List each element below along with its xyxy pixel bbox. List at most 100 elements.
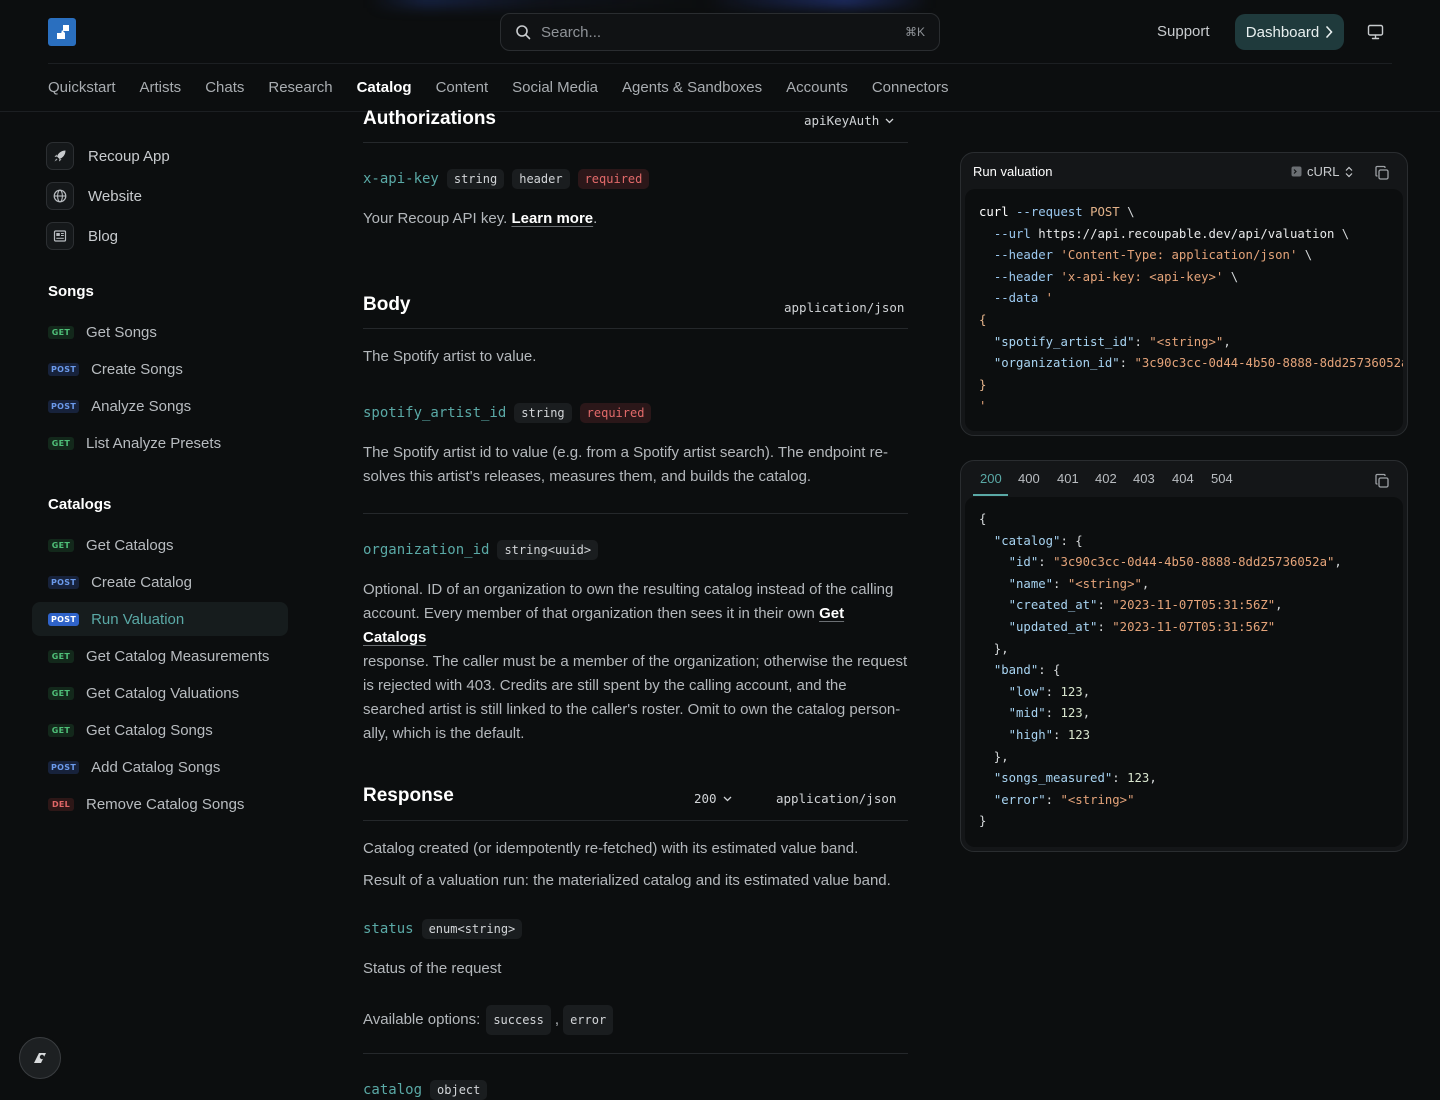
assistant-icon xyxy=(34,1053,46,1063)
method-badge: POST xyxy=(48,575,80,589)
sidebar-item-list-analyze-presets[interactable]: GET List Analyze Presets xyxy=(32,426,288,460)
tab-research[interactable]: Research xyxy=(268,64,332,112)
sidebar-item-label: Get Songs xyxy=(86,323,157,341)
response-code-tab-402[interactable]: 402 xyxy=(1095,471,1117,486)
language-selector[interactable]: cURL xyxy=(1291,164,1353,179)
response-code-tab-400[interactable]: 400 xyxy=(1018,471,1040,486)
monitor-icon[interactable] xyxy=(1367,24,1384,40)
response-code-tab-403[interactable]: 403 xyxy=(1133,471,1155,486)
tab-agents-sandboxes[interactable]: Agents & Sandboxes xyxy=(622,64,762,112)
response-code-line: }, xyxy=(979,749,1009,764)
response-example-panel: 200 400 401 402 403 404 504 { "catalog":… xyxy=(960,460,1408,852)
response-code-line: "mid": 123, xyxy=(1008,706,1091,721)
header-glow xyxy=(370,0,930,8)
sidebar-link-recoup-app[interactable]: Recoup App xyxy=(46,142,170,170)
method-badge: GET xyxy=(48,325,74,339)
param-organization-id: organization_id string<uuid> xyxy=(363,540,599,560)
sidebar-item-get-catalogs[interactable]: GET Get Catalogs xyxy=(32,528,288,562)
desc-line: The Spotify artist id to value (e.g. fro… xyxy=(363,444,888,461)
sidebar-item-remove-catalog-songs[interactable]: DEL Remove Catalog Songs xyxy=(32,787,288,821)
sidebar-item-create-catalog[interactable]: POST Create Catalog xyxy=(32,565,288,599)
chevron-down-icon xyxy=(885,118,894,123)
request-code-line: { xyxy=(979,312,987,327)
param-x-api-key: x-api-key string header required xyxy=(363,169,650,189)
param-required: required xyxy=(579,403,652,423)
tab-connectors[interactable]: Connectors xyxy=(872,64,949,112)
active-tab-indicator xyxy=(973,494,1008,496)
sidebar-item-label: Get Catalogs xyxy=(86,536,174,554)
sidebar-link-label: Blog xyxy=(88,227,119,245)
request-code-line: --url https://api.recoupable.dev/api/val… xyxy=(993,226,1350,241)
support-link[interactable]: Support xyxy=(1157,23,1210,40)
response-status-selector[interactable]: 200 xyxy=(694,791,732,806)
tab-accounts[interactable]: Accounts xyxy=(786,64,848,112)
desc-line: Optional. ID of an organization to own t… xyxy=(363,581,894,598)
sidebar-item-label: Get Catalog Songs xyxy=(86,721,213,739)
sidebar-item-get-catalog-songs[interactable]: GET Get Catalog Songs xyxy=(32,713,288,747)
desc-text: account. Every member of that organizati… xyxy=(363,605,820,622)
response-code-tab-504[interactable]: 504 xyxy=(1211,471,1233,486)
assistant-button[interactable] xyxy=(19,1037,61,1079)
newspaper-icon xyxy=(46,222,74,250)
tab-artists[interactable]: Artists xyxy=(140,64,182,112)
response-code-line: }, xyxy=(979,641,1009,656)
section-title-body: Body xyxy=(363,294,411,315)
option-error: error xyxy=(563,1005,614,1035)
auth-selector[interactable]: apiKeyAuth xyxy=(804,113,894,128)
response-code-line: "name": "<string>", xyxy=(1008,576,1150,591)
tab-catalog[interactable]: Catalog xyxy=(356,64,412,112)
sidebar-item-run-valuation[interactable]: POST Run Valuation xyxy=(32,602,288,636)
divider xyxy=(363,328,908,329)
response-code-tab-401[interactable]: 401 xyxy=(1057,471,1079,486)
search-icon xyxy=(516,25,531,40)
copy-icon[interactable] xyxy=(1374,473,1390,489)
sidebar-item-analyze-songs[interactable]: POST Analyze Songs xyxy=(32,389,288,423)
response-code-tab-404[interactable]: 404 xyxy=(1172,471,1194,486)
response-description: Catalog created (or idempotently re-fetc… xyxy=(363,840,859,857)
response-code-tab-200[interactable]: 200 xyxy=(980,471,1002,486)
param-spotify-artist-id: spotify_artist_id string required xyxy=(363,403,652,423)
sidebar-item-label: Get Catalog Valuations xyxy=(86,684,240,702)
request-code-line: "spotify_artist_id": "<string>", xyxy=(993,334,1231,349)
sidebar-item-get-catalog-valuations[interactable]: GET Get Catalog Valuations xyxy=(32,676,288,710)
request-code-line: } xyxy=(979,377,987,392)
response-code-block: { "catalog": { "id": "3c90c3cc-0d44-4b50… xyxy=(965,497,1403,847)
response-code-line: "updated_at": "2023-11-07T05:31:56Z" xyxy=(1008,619,1276,634)
tab-content[interactable]: Content xyxy=(436,64,489,112)
sidebar-item-create-songs[interactable]: POST Create Songs xyxy=(32,352,288,386)
sidebar-link-blog[interactable]: Blog xyxy=(46,222,118,250)
sidebar-link-website[interactable]: Website xyxy=(46,182,142,210)
logo[interactable] xyxy=(48,18,76,46)
search-input[interactable]: Search... ⌘K xyxy=(500,13,940,51)
search-placeholder: Search... xyxy=(541,23,602,41)
tab-social-media[interactable]: Social Media xyxy=(512,64,598,112)
sidebar-item-get-catalog-measurements[interactable]: GET Get Catalog Measurements xyxy=(32,639,288,673)
field-type: object xyxy=(430,1080,488,1100)
dashboard-button[interactable]: Dashboard xyxy=(1235,14,1344,50)
response-status-label: 200 xyxy=(694,791,717,806)
sidebar-link-label: Website xyxy=(88,187,142,205)
param-location: header xyxy=(512,169,570,189)
param-name: spotify_artist_id xyxy=(363,405,507,421)
tab-chats[interactable]: Chats xyxy=(205,64,244,112)
learn-more-link[interactable]: Learn more xyxy=(511,210,593,227)
copy-icon[interactable] xyxy=(1374,165,1390,181)
chevron-down-icon xyxy=(723,796,732,801)
tab-quickstart[interactable]: Quickstart xyxy=(48,64,116,112)
response-code-line: "id": "3c90c3cc-0d44-4b50-8888-8dd257360… xyxy=(1008,555,1342,570)
sidebar-section-songs: Songs xyxy=(48,283,94,300)
divider xyxy=(363,820,908,821)
method-badge: GET xyxy=(48,538,74,552)
request-panel-title: Run valuation xyxy=(973,164,1053,179)
response-result-description: Result of a valuation run: the materiali… xyxy=(363,872,891,889)
method-badge: GET xyxy=(48,686,74,700)
desc-line: account. Every member of that organizati… xyxy=(363,602,908,650)
sidebar-item-get-songs[interactable]: GET Get Songs xyxy=(32,315,288,349)
sidebar-item-add-catalog-songs[interactable]: POST Add Catalog Songs xyxy=(32,750,288,784)
top-tabs: Quickstart Artists Chats Research Catalo… xyxy=(48,64,949,112)
field-name: catalog xyxy=(363,1082,423,1098)
request-code-line: curl --request POST \ xyxy=(979,205,1135,219)
desc-line: solves this artist's releases, measures … xyxy=(363,468,812,485)
param-name: organization_id xyxy=(363,542,490,558)
divider xyxy=(363,513,908,514)
